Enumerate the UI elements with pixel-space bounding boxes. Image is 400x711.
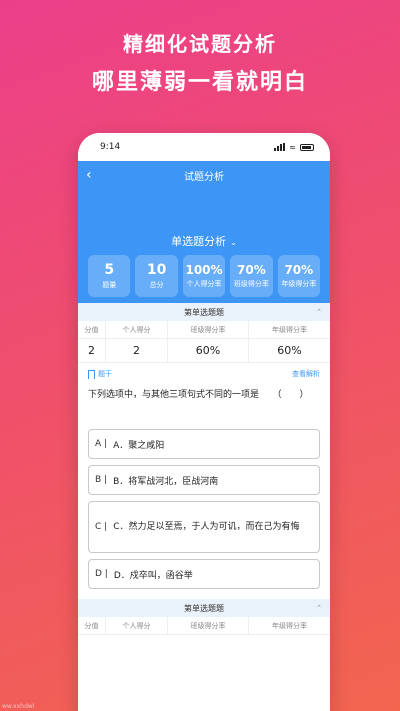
stat-value: 70% bbox=[284, 263, 314, 277]
option-letter: A | bbox=[95, 439, 108, 449]
table-cell: 2 bbox=[78, 339, 106, 362]
stat-label: 班级得分率 bbox=[233, 280, 269, 288]
section-dropdown[interactable]: 单选题分析 ⌄ bbox=[78, 233, 330, 249]
column-header: 年级得分率 bbox=[272, 325, 307, 334]
table-cell: 60% bbox=[168, 339, 249, 362]
wifi-icon: ≈ bbox=[289, 142, 296, 152]
option-letter: D | bbox=[95, 569, 108, 579]
option-letter: B | bbox=[95, 475, 108, 485]
score-table-header: 分值 个人得分 班级得分率 年级得分率 bbox=[78, 321, 330, 339]
column-header: 个人得分 bbox=[106, 617, 168, 634]
chevron-down-icon: ⌄ bbox=[230, 238, 237, 247]
column-header: 个人得分 bbox=[106, 321, 168, 338]
stats-row: 5 题量 10 总分 100% 个人得分率 70% 班级得分率 70% 年级得分… bbox=[88, 255, 321, 297]
view-analysis-link[interactable]: 查看解析 bbox=[292, 369, 320, 379]
column-header: 分值 bbox=[78, 617, 106, 634]
next-section-band[interactable]: 第单选题题 ⌃ bbox=[78, 599, 330, 617]
table-cell: 2 bbox=[106, 339, 168, 362]
option-a[interactable]: A | A．聚之咸阳 bbox=[88, 429, 320, 459]
stat-label: 题量 bbox=[102, 281, 117, 289]
stem-tag-label: 题干 bbox=[98, 370, 112, 378]
page-title: 试题分析 bbox=[184, 171, 224, 183]
stat-label: 个人得分率 bbox=[186, 280, 222, 288]
stem-tag: 题干 bbox=[88, 369, 112, 379]
watermark: ww.xxhdwl bbox=[2, 703, 35, 710]
stat-value: 100% bbox=[185, 263, 223, 277]
chevron-up-icon: ⌃ bbox=[316, 308, 322, 316]
status-icons: ≈ bbox=[274, 143, 314, 152]
header: ‹ 试题分析 单选题分析 ⌄ 5 题量 10 总分 100% 个人得分率 70% … bbox=[78, 161, 330, 303]
table-row: 2 2 60% 60% bbox=[78, 339, 330, 363]
chevron-up-icon: ⌃ bbox=[316, 604, 322, 612]
question-toolbar: 题干 查看解析 bbox=[78, 365, 330, 383]
option-text: A．聚之咸阳 bbox=[113, 440, 165, 451]
question-text: 下列选项中，与其他三项句式不同的一项是 （ ） bbox=[88, 390, 309, 400]
battery-icon bbox=[300, 143, 314, 151]
stat-label: 总分 bbox=[149, 281, 164, 289]
column-header: 年级得分率 bbox=[272, 621, 307, 630]
option-text: C．然力足以至焉，于人为可讥，而在己为有悔 bbox=[113, 522, 300, 532]
column-header: 分值 bbox=[78, 321, 106, 338]
option-text: D．戍卒叫，函谷举 bbox=[113, 570, 193, 581]
status-time: 9:14 bbox=[100, 142, 121, 152]
back-arrow-icon[interactable]: ‹ bbox=[86, 167, 92, 183]
section-dropdown-label: 单选题分析 bbox=[171, 235, 227, 248]
column-header: 班级得分率 bbox=[168, 617, 249, 634]
option-d[interactable]: D | D．戍卒叫，函谷举 bbox=[88, 559, 320, 589]
section-band-title: 第单选题题 bbox=[184, 307, 224, 317]
score-table-header: 分值 个人得分 班级得分率 年级得分率 bbox=[78, 617, 330, 635]
stat-personal-rate: 100% 个人得分率 bbox=[182, 255, 226, 297]
stat-value: 70% bbox=[237, 263, 266, 277]
signal-icon bbox=[274, 143, 286, 151]
stat-question-count: 5 题量 bbox=[88, 255, 131, 297]
stat-class-rate: 70% 班级得分率 bbox=[230, 255, 273, 297]
status-bar: 9:14 ≈ bbox=[78, 133, 330, 161]
promo-subheadline: 哪里薄弱一看就明白 bbox=[91, 70, 308, 95]
option-text: B．将军战河北，臣战河南 bbox=[113, 476, 219, 487]
option-b[interactable]: B | B．将军战河北，臣战河南 bbox=[88, 465, 320, 495]
option-c[interactable]: C | C．然力足以至焉，于人为可讥，而在己为有悔 bbox=[88, 501, 320, 553]
option-letter: C | bbox=[95, 522, 108, 532]
phone-frame: 9:14 ≈ ‹ 试题分析 单选题分析 ⌄ 5 题量 10 总分 100% 个人… bbox=[78, 133, 330, 711]
bookmark-icon bbox=[88, 369, 95, 379]
table-cell: 60% bbox=[277, 344, 302, 357]
stat-label: 年级得分率 bbox=[281, 280, 317, 288]
nav-bar: ‹ 试题分析 bbox=[78, 161, 330, 189]
stat-value: 10 bbox=[146, 262, 167, 278]
column-header: 班级得分率 bbox=[168, 321, 249, 338]
question-section-band[interactable]: 第单选题题 ⌃ bbox=[78, 303, 330, 321]
promo-headline: 精细化试题分析 bbox=[123, 32, 277, 56]
stat-grade-rate: 70% 年级得分率 bbox=[277, 255, 321, 297]
section-band-title: 第单选题题 bbox=[184, 603, 224, 613]
stat-total-score: 10 总分 bbox=[135, 255, 178, 297]
stat-value: 5 bbox=[104, 262, 115, 278]
